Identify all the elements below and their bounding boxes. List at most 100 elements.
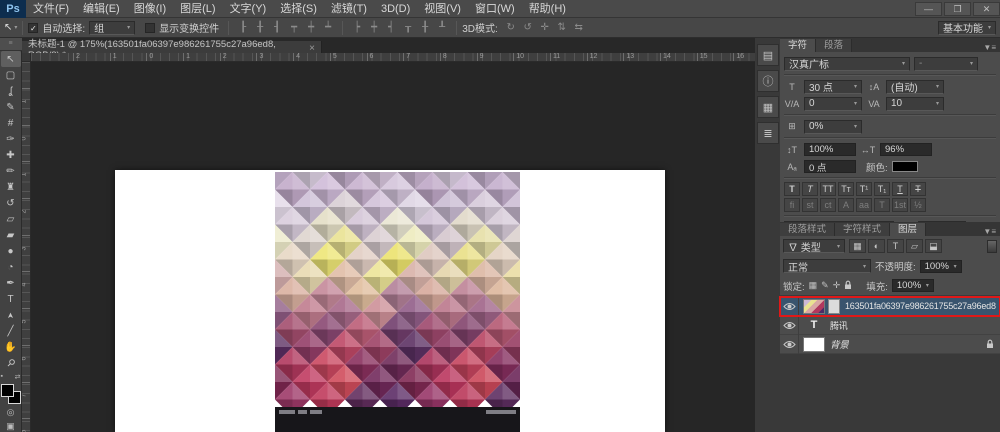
minimize-button[interactable]: — [915,2,942,16]
layer-filter-icon-1[interactable]: ◐ [868,239,885,253]
align-icon-0[interactable]: ┠ [236,21,250,34]
pen-tool[interactable]: ✒ [1,275,21,291]
hand-tool[interactable]: ✋ [1,339,21,355]
document-canvas[interactable] [115,170,665,432]
history-brush-tool[interactable]: ↺ [1,195,21,211]
toolbox-grip[interactable]: ≡ [0,38,22,51]
opentype-button-1[interactable]: st [802,198,818,212]
menu-item-1[interactable]: 编辑(E) [76,0,127,18]
fill-field[interactable]: 100%▾ [892,279,934,292]
clone-stamp-tool[interactable]: ♜ [1,179,21,195]
blur-tool[interactable]: ● [1,243,21,259]
layer-visibility-toggle[interactable] [780,316,799,335]
tab-character-styles[interactable]: 字符样式 [835,223,890,236]
quick-selection-tool[interactable]: ✎ [1,99,21,115]
auto-select-checkbox[interactable]: ✓ [28,23,38,33]
healing-brush-tool[interactable]: ✚ [1,147,21,163]
type-style-button-6[interactable]: T [892,182,908,196]
line-tool[interactable]: ╱ [1,323,21,339]
align-icon-3[interactable]: ┯ [287,21,301,34]
path-selection-tool[interactable]: ➤ [1,307,21,323]
menu-item-5[interactable]: 选择(S) [273,0,324,18]
layer-row[interactable]: 背景 [780,335,1000,354]
menu-item-8[interactable]: 视图(V) [417,0,468,18]
font-size-select[interactable]: 30 点▾ [804,80,862,94]
opacity-field[interactable]: 100%▾ [920,260,962,273]
type-style-button-4[interactable]: T¹ [856,182,872,196]
proportional-spacing-select[interactable]: 0%▾ [804,120,862,134]
menu-item-6[interactable]: 滤镜(T) [324,0,374,18]
dodge-tool[interactable]: ◔ [1,259,21,275]
vertical-scale-field[interactable]: 100% [804,143,856,156]
default-colors-icon[interactable]: ▪ [1,373,3,381]
quick-mask-icon[interactable]: ◎ [7,407,15,418]
distribute-icon-4[interactable]: ╂ [418,21,432,34]
font-style-select[interactable]: -▾ [914,57,978,71]
distribute-icon-2[interactable]: ┥ [384,21,398,34]
filter-toggle-switch[interactable] [987,240,997,253]
restore-button[interactable]: ❐ [944,2,971,16]
blend-mode-select[interactable]: 正常▾ [783,259,871,273]
move-tool[interactable]: ↖ [1,51,21,67]
tab-character[interactable]: 字符 [780,39,816,52]
layer-filter-icon-4[interactable]: ⬓ [925,239,942,253]
distribute-icon-0[interactable]: ┝ [350,21,364,34]
eyedropper-tool[interactable]: ✑ [1,131,21,147]
lasso-tool[interactable]: ʆ [1,83,21,99]
zoom-tool[interactable]: ⚲ [1,355,21,371]
type-style-button-1[interactable]: T [802,182,818,196]
3d-mode-icon-3[interactable]: ⇅ [555,21,569,34]
auto-select-target-select[interactable]: 组▾ [89,21,135,35]
close-button[interactable]: ✕ [973,2,1000,16]
lock-icon-2[interactable]: ✛ [833,280,841,291]
panel-icon-history[interactable]: ▤ [757,44,779,66]
layer-visibility-toggle[interactable] [780,297,799,316]
opentype-button-6[interactable]: 1st [892,198,908,212]
tracking-select[interactable]: 10▾ [886,97,944,111]
align-icon-4[interactable]: ┿ [304,21,318,34]
type-style-button-0[interactable]: T [784,182,800,196]
leading-select[interactable]: (自动)▾ [886,80,944,94]
distribute-icon-1[interactable]: ┿ [367,21,381,34]
type-style-button-2[interactable]: TT [820,182,836,196]
lock-icon-1[interactable]: ✎ [821,280,829,291]
crop-tool[interactable]: # [1,115,21,131]
layer-filter-icon-2[interactable]: T [887,239,904,253]
opentype-button-3[interactable]: A [838,198,854,212]
marquee-tool[interactable]: ▢ [1,67,21,83]
layer-filter-icon-0[interactable]: ▦ [849,239,866,253]
layer-visibility-toggle[interactable] [780,335,799,354]
layer-filter-icon-3[interactable]: ▱ [906,239,923,253]
menu-item-9[interactable]: 窗口(W) [468,0,522,18]
kerning-select[interactable]: 0▾ [804,97,862,111]
screen-mode-icon[interactable]: ▣ [6,421,15,432]
distribute-icon-5[interactable]: ┸ [435,21,449,34]
panel-icon-properties[interactable]: ▦ [757,96,779,118]
3d-mode-icon-4[interactable]: ⇆ [572,21,586,34]
brush-tool[interactable]: ✏ [1,163,21,179]
menu-item-3[interactable]: 图层(L) [173,0,222,18]
eraser-tool[interactable]: ▱ [1,211,21,227]
opentype-button-2[interactable]: ct [820,198,836,212]
align-icon-2[interactable]: ┨ [270,21,284,34]
panel-icon-info[interactable]: ⓘ [757,70,779,92]
lock-all-icon[interactable] [844,280,852,292]
type-style-button-7[interactable]: T [910,182,926,196]
current-tool-indicator[interactable]: ↖ ▾ [4,22,17,33]
foreground-color-swatch[interactable] [1,384,14,397]
font-family-select[interactable]: 汉真广标▾ [784,57,910,71]
layer-filter-select[interactable]: ∇ 类型▾ [783,239,845,253]
menu-item-4[interactable]: 文字(Y) [223,0,274,18]
menu-item-10[interactable]: 帮助(H) [522,0,573,18]
panel-icon-styles[interactable]: ≣ [757,122,779,144]
horizontal-scale-field[interactable]: 96% [880,143,932,156]
text-color-swatch[interactable] [892,161,918,172]
workspace-select[interactable]: 基本功能▾ [938,21,996,35]
layer-row[interactable]: 163501fa06397e986261755c27a96ed8 [780,297,1000,316]
type-style-button-5[interactable]: T₁ [874,182,890,196]
type-tool[interactable]: T [1,291,21,307]
align-icon-5[interactable]: ┷ [321,21,335,34]
3d-mode-icon-1[interactable]: ↺ [521,21,535,34]
opentype-button-0[interactable]: fi [784,198,800,212]
menu-item-0[interactable]: 文件(F) [26,0,76,18]
